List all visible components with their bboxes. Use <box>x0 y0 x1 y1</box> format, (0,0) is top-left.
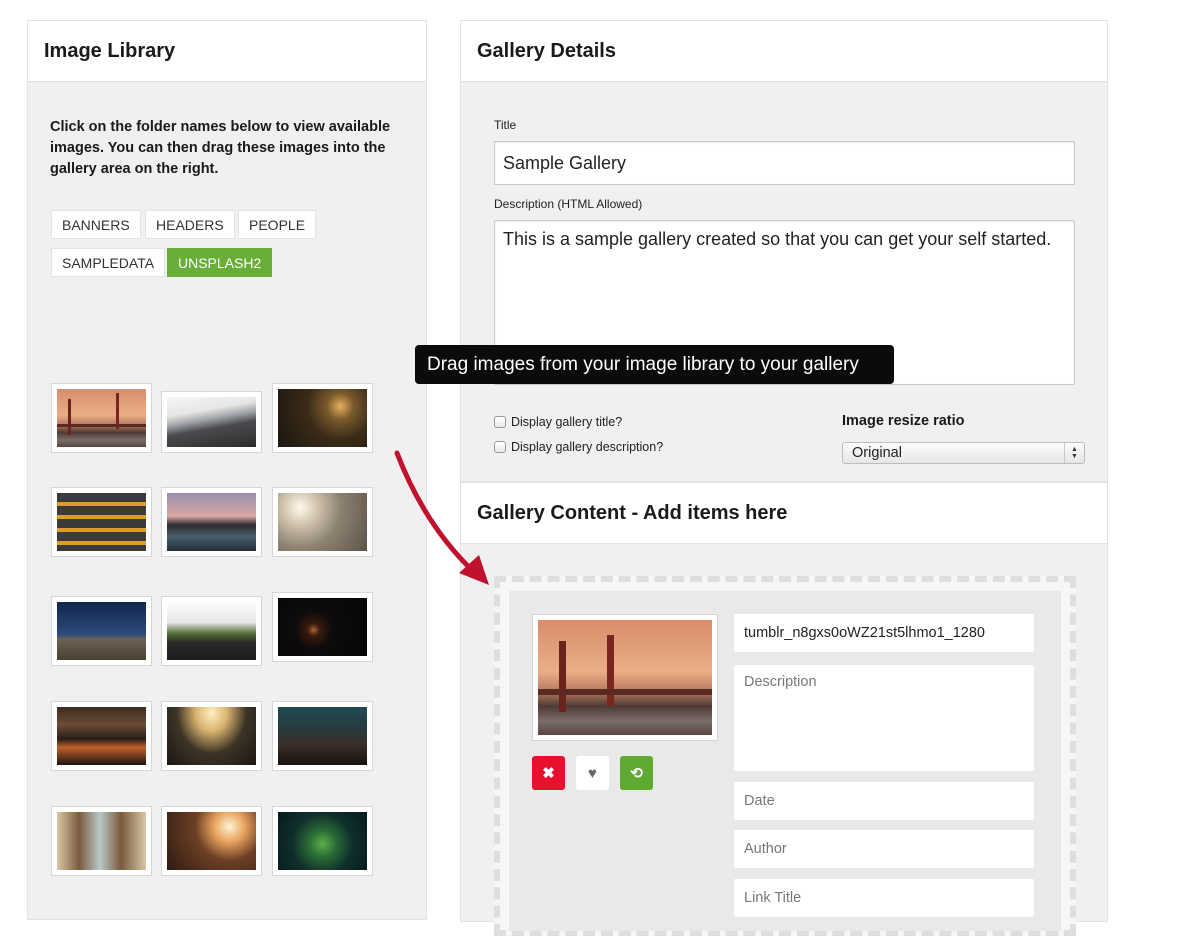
photo-silhouette-at-sunset <box>167 812 256 870</box>
image-library-title: Image Library <box>44 39 176 62</box>
display-title-label: Display gallery title? <box>511 415 623 429</box>
select-updown-icon: ▲ ▼ <box>1064 443 1084 463</box>
drag-hint-tooltip: Drag images from your image library to y… <box>415 345 894 384</box>
refresh-icon: ⟲ <box>630 765 643 782</box>
gallery-title-input[interactable] <box>494 141 1075 185</box>
photo-crowded-bar <box>57 707 146 765</box>
gallery-dropzone[interactable]: ✖ ♥ ⟲ <box>494 576 1076 936</box>
gallery-content-title: Gallery Content - Add items here <box>477 501 788 524</box>
title-label: Title <box>494 118 517 132</box>
library-thumbnail-person-jumping-pier[interactable] <box>161 487 262 557</box>
library-thumbnail-foggy-sky-birds[interactable] <box>272 487 373 557</box>
display-description-checkbox[interactable] <box>494 441 506 453</box>
photo-yellow-striped-stairs <box>57 493 146 551</box>
gallery-details-panel: Gallery Details Title Description (HTML … <box>460 20 1108 482</box>
gallery-content-header: Gallery Content - Add items here <box>461 483 1107 544</box>
drag-hint-text: Drag images from your image library to y… <box>427 353 859 375</box>
delete-item-button[interactable]: ✖ <box>532 756 565 790</box>
resize-ratio-select[interactable]: Original ▲ ▼ <box>842 442 1085 464</box>
photo-golden-gate-bridge <box>57 389 146 447</box>
library-instructions: Click on the folder names below to view … <box>50 119 391 177</box>
library-thumbnail-coastal-town-dusk[interactable] <box>272 701 373 771</box>
photo-moving-walkway-tunnel <box>167 707 256 765</box>
photo-foggy-sky-birds <box>278 493 367 551</box>
library-thumbnail-narrow-street-balconies[interactable] <box>51 806 152 876</box>
gallery-content-panel: Gallery Content - Add items here ✖ ♥ ⟲ <box>460 482 1108 936</box>
photo-narrow-street-balconies <box>57 812 146 870</box>
photo-person-jumping-pier <box>167 493 256 551</box>
photo-hand-in-darkness <box>278 598 367 656</box>
photo-sunlit-grass <box>278 389 367 447</box>
description-label: Description (HTML Allowed) <box>494 197 643 211</box>
library-thumbnail-green-mountain-snow[interactable] <box>161 596 262 666</box>
resize-ratio-label: Image resize ratio <box>842 413 965 429</box>
library-thumbnail-golden-gate-bridge[interactable] <box>51 383 152 453</box>
library-thumbnail-silhouette-at-sunset[interactable] <box>161 806 262 876</box>
replace-item-button[interactable]: ⟲ <box>620 756 653 790</box>
gallery-item: ✖ ♥ ⟲ <box>509 591 1061 931</box>
folder-people[interactable]: PEOPLE <box>238 210 317 239</box>
library-thumbnail-moving-walkway-tunnel[interactable] <box>161 701 262 771</box>
library-thumbnail-hand-in-darkness[interactable] <box>272 592 373 662</box>
photo-green-leaves-flower <box>278 812 367 870</box>
display-title-checkbox[interactable] <box>494 416 506 428</box>
display-description-label: Display gallery description? <box>511 440 664 454</box>
image-library-panel: Image Library Click on the folder names … <box>27 20 427 920</box>
display-description-option[interactable]: Display gallery description? <box>494 440 663 454</box>
display-title-option[interactable]: Display gallery title? <box>494 415 622 429</box>
item-description-textarea[interactable] <box>734 665 1034 771</box>
folder-sampledata[interactable]: SAMPLEDATA <box>51 248 166 277</box>
photo-coastal-town-dusk <box>278 707 367 765</box>
image-library-header: Image Library <box>28 21 426 82</box>
heart-icon: ♥ <box>588 764 597 782</box>
folder-banners[interactable]: BANNERS <box>51 210 141 239</box>
gallery-details-title: Gallery Details <box>477 39 616 62</box>
favorite-item-button[interactable]: ♥ <box>576 756 609 790</box>
item-link-title-input[interactable] <box>734 879 1034 917</box>
gallery-item-thumbnail[interactable] <box>532 614 718 741</box>
item-filename-input[interactable] <box>734 614 1034 652</box>
library-thumbnail-green-leaves-flower[interactable] <box>272 806 373 876</box>
photo-desert-road-night <box>57 602 146 660</box>
gallery-details-header: Gallery Details <box>461 21 1107 82</box>
item-date-input[interactable] <box>734 782 1034 820</box>
photo-green-mountain-snow <box>167 602 256 660</box>
drag-arrow-icon <box>394 450 489 585</box>
photo-golden-gate-bridge <box>538 620 712 735</box>
library-thumbnail-sunlit-grass[interactable] <box>272 383 373 453</box>
library-thumbnail-crowded-bar[interactable] <box>51 701 152 771</box>
resize-ratio-value: Original <box>852 445 902 461</box>
item-author-input[interactable] <box>734 830 1034 868</box>
library-thumbnail-mountain-above-clouds[interactable] <box>161 391 262 453</box>
library-thumbnail-yellow-striped-stairs[interactable] <box>51 487 152 557</box>
photo-mountain-above-clouds <box>167 397 256 447</box>
library-thumbnail-desert-road-night[interactable] <box>51 596 152 666</box>
folder-headers[interactable]: HEADERS <box>145 210 235 239</box>
folder-unsplash2[interactable]: UNSPLASH2 <box>167 248 273 277</box>
close-icon: ✖ <box>542 765 555 782</box>
